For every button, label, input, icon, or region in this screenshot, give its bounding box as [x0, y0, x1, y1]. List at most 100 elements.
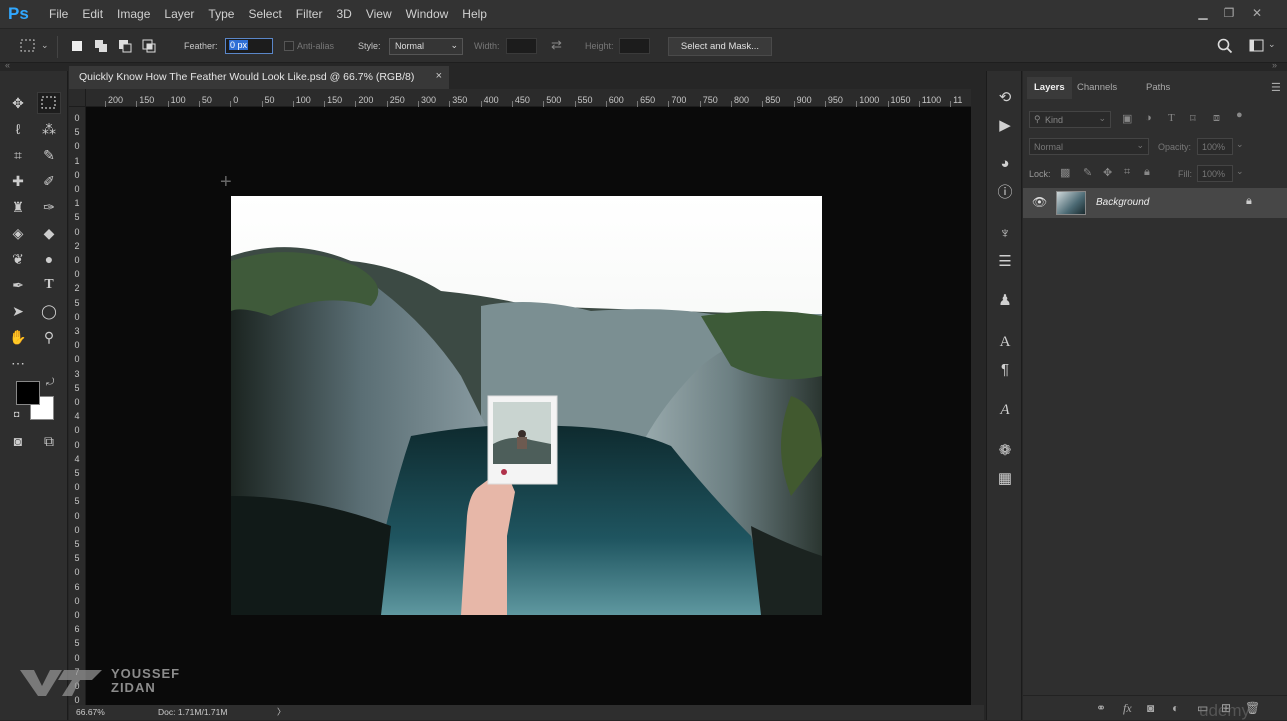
color-icon[interactable]: ◕: [994, 153, 1016, 175]
menu-window[interactable]: Window: [399, 7, 456, 21]
feather-input[interactable]: 0 px: [225, 38, 273, 54]
blur-tool-icon[interactable]: ❦: [6, 248, 30, 270]
menu-filter[interactable]: Filter: [289, 7, 330, 21]
hand-tool-icon[interactable]: ✋: [6, 326, 30, 348]
menu-help[interactable]: Help: [455, 7, 494, 21]
lock-transparent-icon[interactable]: ▩: [1060, 166, 1070, 179]
blend-mode-select[interactable]: Normal ⌄: [1029, 138, 1149, 155]
crop-tool-icon[interactable]: ⌗: [6, 144, 30, 166]
search-icon[interactable]: [1217, 38, 1233, 54]
clone-stamp-tool-icon[interactable]: ♜: [6, 196, 30, 218]
clone-source-icon[interactable]: ♟: [994, 290, 1016, 312]
filter-type-icon[interactable]: T: [1168, 112, 1175, 124]
style-select[interactable]: Normal ⌄: [389, 38, 463, 55]
paint-bucket-tool-icon[interactable]: ◆: [37, 222, 61, 244]
menu-edit[interactable]: Edit: [75, 7, 110, 21]
adjustment-layer-icon[interactable]: ◐: [1172, 701, 1179, 715]
workspace-icon[interactable]: [1249, 39, 1265, 53]
zoom-level[interactable]: 66.67%: [76, 707, 105, 717]
marquee-preset-icon[interactable]: [20, 39, 36, 53]
layer-row[interactable]: 👁︎ Background 🔒︎: [1023, 188, 1287, 218]
adjustments-icon[interactable]: ☰: [994, 251, 1016, 273]
menu-view[interactable]: View: [359, 7, 399, 21]
healing-brush-tool-icon[interactable]: ✚: [6, 170, 30, 192]
menu-select[interactable]: Select: [241, 7, 288, 21]
move-tool-icon[interactable]: ✥: [6, 92, 30, 114]
visibility-eye-icon[interactable]: 👁︎: [1032, 195, 1047, 209]
select-and-mask-button[interactable]: Select and Mask...: [668, 37, 772, 56]
fill-input[interactable]: 100%: [1197, 165, 1233, 182]
pen-tool-icon[interactable]: ✒: [6, 274, 30, 296]
filter-toggle-icon[interactable]: ●: [1236, 109, 1243, 121]
expand-arrows-icon[interactable]: »: [1272, 60, 1277, 70]
menu-type[interactable]: Type: [201, 7, 241, 21]
document-image[interactable]: [231, 196, 822, 615]
layer-name[interactable]: Background: [1096, 197, 1149, 208]
minimize-icon[interactable]: ▁: [1196, 6, 1210, 20]
filter-pixel-icon[interactable]: ▣: [1122, 112, 1132, 125]
menu-file[interactable]: File: [42, 7, 75, 21]
filter-shape-icon[interactable]: ⌑: [1190, 112, 1196, 125]
history-brush-tool-icon[interactable]: ✑: [37, 196, 61, 218]
lasso-tool-icon[interactable]: ℓ: [6, 118, 30, 140]
panel-menu-icon[interactable]: ☰: [1271, 81, 1281, 94]
new-selection-icon[interactable]: [70, 39, 85, 54]
lock-all-icon[interactable]: 🔒︎: [1144, 166, 1150, 179]
paragraph-icon[interactable]: ¶: [994, 359, 1016, 381]
menu-layer[interactable]: Layer: [157, 7, 201, 21]
dodge-tool-icon[interactable]: ●: [37, 248, 61, 270]
screen-mode-icon[interactable]: ⧉: [37, 430, 61, 452]
subtract-selection-icon[interactable]: [118, 39, 133, 54]
opacity-input[interactable]: 100%: [1197, 138, 1233, 155]
status-menu-arrow-icon[interactable]: 〉: [277, 706, 286, 718]
lock-image-icon[interactable]: ✎: [1083, 166, 1092, 179]
close-tab-icon[interactable]: ×: [436, 70, 442, 82]
actions-play-icon[interactable]: ▶: [994, 115, 1016, 137]
chevron-down-icon[interactable]: ⌄: [1268, 39, 1276, 50]
eraser-tool-icon[interactable]: ◈: [6, 222, 30, 244]
height-input[interactable]: [619, 38, 650, 54]
magic-wand-tool-icon[interactable]: ⁂: [37, 118, 61, 140]
lock-artboard-icon[interactable]: ⌗: [1124, 166, 1130, 179]
grid-icon[interactable]: ▦: [994, 468, 1016, 490]
zoom-tool-icon[interactable]: ⚲: [37, 326, 61, 348]
collapse-arrows-icon[interactable]: «: [5, 60, 10, 70]
menu-image[interactable]: Image: [110, 7, 157, 21]
ellipse-tool-icon[interactable]: ◯: [37, 300, 61, 322]
tab-layers[interactable]: Layers: [1027, 77, 1072, 99]
glyphs-icon[interactable]: A: [994, 399, 1016, 421]
antialias-checkbox[interactable]: [284, 41, 294, 51]
quick-mask-icon[interactable]: ◙: [6, 430, 30, 452]
character-icon[interactable]: A: [994, 331, 1016, 353]
ruler-origin[interactable]: [69, 89, 86, 107]
path-selection-tool-icon[interactable]: ➤: [6, 300, 30, 322]
horizontal-ruler[interactable]: 200 150 100 50 0 50 100 150 200 250 300 350 400 450 50…: [86, 89, 971, 107]
info-icon[interactable]: ⓘ: [994, 182, 1016, 204]
chevron-down-icon[interactable]: ⌄: [1236, 166, 1244, 177]
menu-3d[interactable]: 3D: [329, 7, 358, 21]
document-tab[interactable]: Quickly Know How The Feather Would Look …: [69, 66, 449, 89]
layer-style-icon[interactable]: fx: [1123, 701, 1132, 716]
tab-paths[interactable]: Paths: [1139, 77, 1177, 99]
default-colors-icon[interactable]: ◘: [14, 409, 19, 419]
chevron-down-icon[interactable]: ⌄: [41, 40, 49, 51]
chevron-down-icon[interactable]: ⌄: [1236, 139, 1244, 150]
close-window-icon[interactable]: ✕: [1250, 6, 1264, 20]
intersect-selection-icon[interactable]: [142, 39, 157, 54]
eyedropper-tool-icon[interactable]: ✎: [37, 144, 61, 166]
width-input[interactable]: [506, 38, 537, 54]
foreground-color-swatch[interactable]: [16, 381, 40, 405]
brush-settings-icon[interactable]: ♆: [994, 223, 1016, 245]
add-mask-icon[interactable]: ◙: [1147, 701, 1154, 715]
3d-icon[interactable]: ❁: [994, 440, 1016, 462]
brush-tool-icon[interactable]: ✐: [37, 170, 61, 192]
history-icon[interactable]: ⟲: [994, 87, 1016, 109]
restore-icon[interactable]: ❐: [1222, 6, 1236, 20]
filter-smart-object-icon[interactable]: ⧈: [1213, 112, 1220, 125]
vertical-ruler[interactable]: 0501001502002503003504004505005506006507…: [69, 107, 86, 705]
swap-arrows-icon[interactable]: ⇄: [551, 37, 562, 53]
filter-kind-select[interactable]: ⚲ Kind ⌄: [1029, 111, 1111, 128]
type-tool-icon[interactable]: T: [37, 274, 61, 296]
more-tools-icon[interactable]: ⋯: [6, 352, 30, 374]
add-selection-icon[interactable]: [94, 39, 109, 54]
